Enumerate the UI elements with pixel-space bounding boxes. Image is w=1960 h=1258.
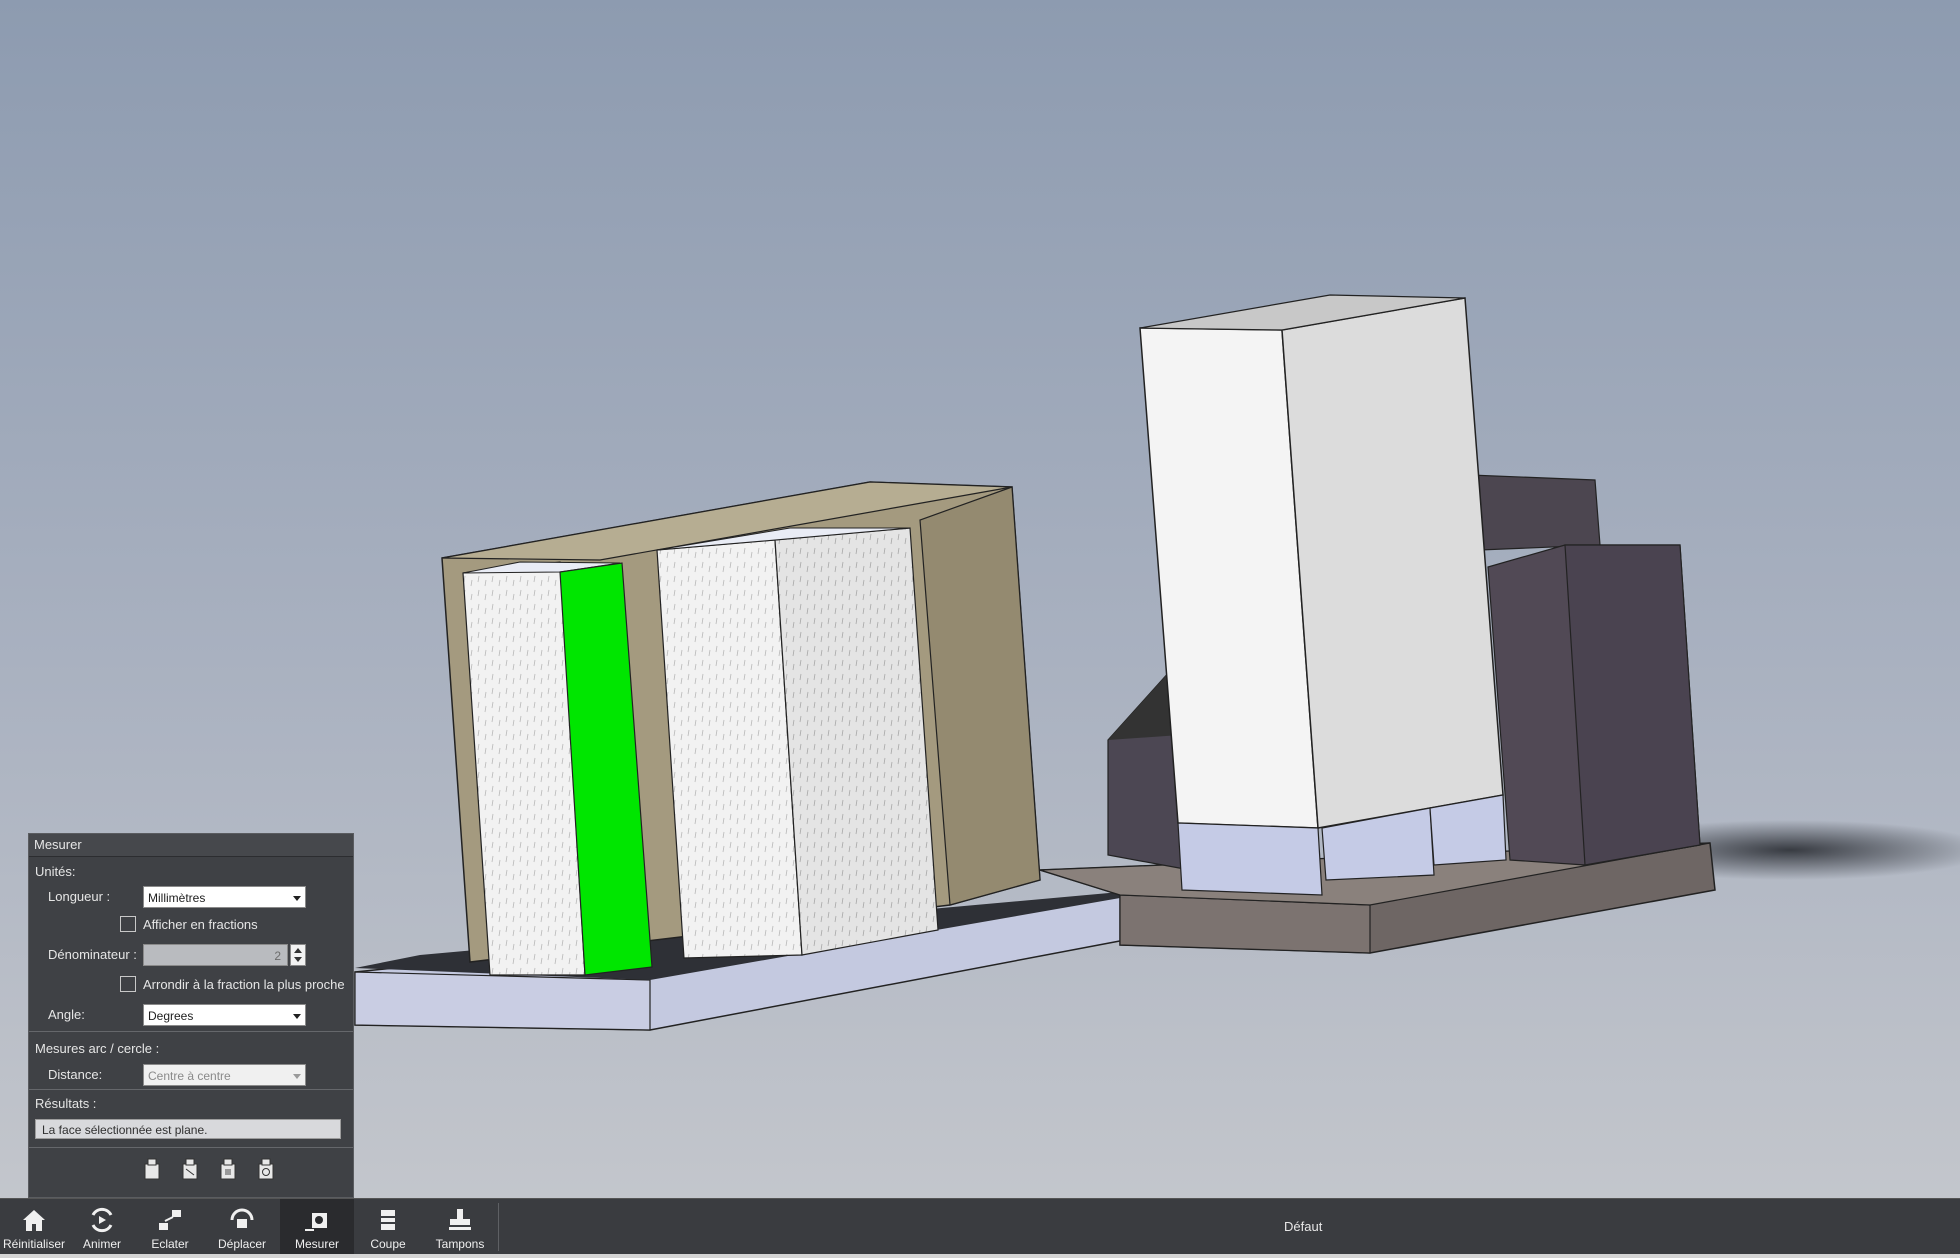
move-icon xyxy=(230,1208,254,1228)
angle-unit-select[interactable]: Degrees xyxy=(143,1004,306,1026)
divider xyxy=(29,1147,353,1148)
length-unit-value: Millimètres xyxy=(148,891,206,905)
section-button[interactable]: Coupe xyxy=(354,1199,422,1255)
measure-edge-icon[interactable] xyxy=(179,1157,201,1181)
section-label: Coupe xyxy=(370,1237,406,1251)
animate-label: Animer xyxy=(82,1237,121,1251)
reset-label: Réinitialiser xyxy=(2,1237,66,1251)
measure-label: Mesurer xyxy=(294,1237,339,1251)
length-label: Longueur : xyxy=(48,889,111,904)
toolbar-divider xyxy=(498,1203,499,1251)
chevron-down-icon xyxy=(293,896,301,901)
explode-icon xyxy=(159,1210,181,1230)
section-icon xyxy=(381,1210,395,1230)
angle-unit-value: Degrees xyxy=(148,1009,194,1023)
distance-label: Distance: xyxy=(48,1067,103,1082)
measure-icon xyxy=(305,1213,327,1231)
show-fractions-checkbox[interactable] xyxy=(120,916,136,932)
explode-button[interactable]: Eclater xyxy=(136,1199,204,1255)
results-label: Résultats : xyxy=(35,1096,97,1111)
denominator-stepper[interactable] xyxy=(290,944,306,966)
stamps-label: Tampons xyxy=(435,1237,485,1251)
configuration-name[interactable]: Défaut xyxy=(1284,1219,1322,1234)
round-fraction-checkbox[interactable] xyxy=(120,976,136,992)
angle-label: Angle: xyxy=(48,1007,85,1022)
move-label: Déplacer xyxy=(217,1237,267,1251)
stepper-up-icon[interactable] xyxy=(294,948,302,953)
bottom-toolbar: Réinitialiser Animer Eclater Déplacer Me… xyxy=(0,1198,1960,1255)
white-panel-box-1[interactable] xyxy=(462,561,653,976)
stamps-button[interactable]: Tampons xyxy=(422,1199,498,1255)
home-icon xyxy=(23,1210,45,1231)
tall-white-box[interactable] xyxy=(1139,294,1507,896)
measure-button[interactable]: Mesurer xyxy=(280,1199,354,1255)
denominator-input[interactable]: 2 xyxy=(143,944,288,966)
move-button[interactable]: Déplacer xyxy=(204,1199,280,1255)
units-label: Unités: xyxy=(35,864,76,879)
measure-history-icon[interactable] xyxy=(255,1157,277,1181)
stamp-icon xyxy=(449,1209,471,1230)
explode-label: Eclater xyxy=(151,1237,189,1251)
arc-section-label: Mesures arc / cercle : xyxy=(35,1041,160,1056)
chevron-down-icon xyxy=(293,1014,301,1019)
distance-mode-select[interactable]: Centre à centre xyxy=(143,1064,306,1086)
reset-button[interactable]: Réinitialiser xyxy=(0,1199,68,1255)
panel-title: Mesurer xyxy=(29,834,353,857)
length-unit-select[interactable]: Millimètres xyxy=(143,886,306,908)
animate-icon xyxy=(91,1207,113,1233)
status-strip xyxy=(0,1254,1960,1258)
measure-point-icon[interactable] xyxy=(141,1157,163,1181)
divider xyxy=(29,1031,353,1032)
chevron-down-icon xyxy=(293,1074,301,1079)
divider xyxy=(29,1089,353,1090)
denominator-label: Dénominateur : xyxy=(48,947,137,962)
stepper-down-icon[interactable] xyxy=(294,957,302,962)
animate-button[interactable]: Animer xyxy=(68,1199,136,1255)
measure-face-icon[interactable] xyxy=(217,1157,239,1181)
white-panel-box-2[interactable] xyxy=(656,527,939,959)
measure-panel: Mesurer Unités: Longueur : Millimètres A… xyxy=(28,833,354,1198)
results-box: La face sélectionnée est plane. xyxy=(35,1119,341,1139)
distance-mode-value: Centre à centre xyxy=(148,1069,231,1083)
show-fractions-label: Afficher en fractions xyxy=(143,917,258,932)
round-fraction-label: Arrondir à la fraction la plus proche xyxy=(143,977,345,992)
